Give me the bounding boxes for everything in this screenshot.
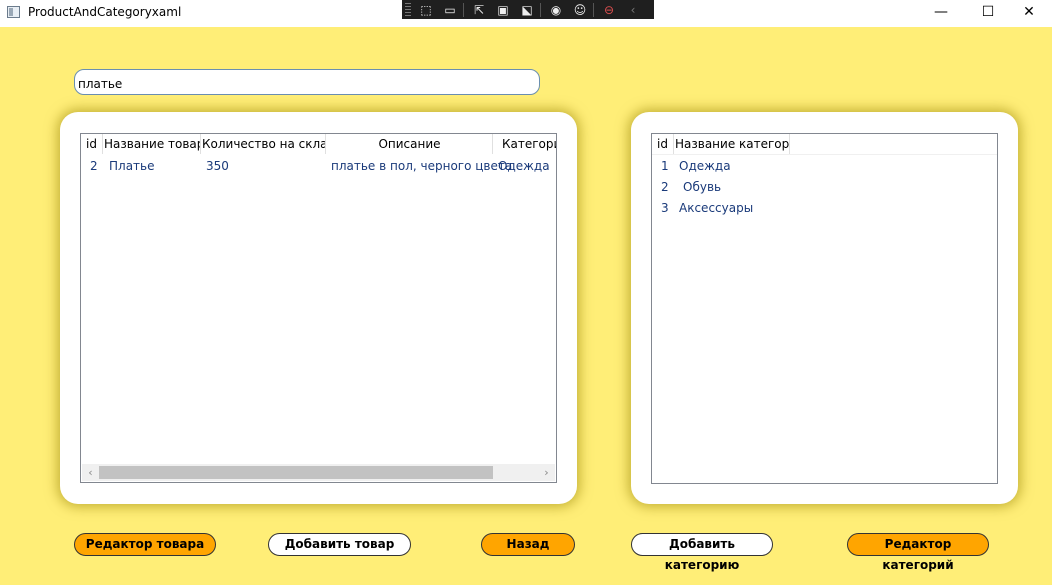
cell-category-name: Обувь [683, 180, 722, 194]
pointer-icon[interactable]: ⇱ [470, 2, 488, 18]
products-grid[interactable]: id Название товара Количество на складе … [80, 133, 557, 483]
toolbar-grip-icon[interactable] [405, 3, 411, 16]
scrollbar-thumb[interactable] [99, 466, 493, 479]
accessibility-icon[interactable]: ☺ [571, 2, 589, 18]
stop-icon[interactable]: ⊖ [600, 2, 618, 18]
add-product-button[interactable]: Добавить товар [268, 533, 411, 556]
minimize-button[interactable]: — [918, 0, 964, 27]
toolbar-separator [463, 2, 464, 17]
cell-category: Одежда [498, 159, 550, 173]
cell-id: 2 [90, 159, 98, 173]
cell-stock: 350 [206, 159, 229, 173]
app-window-icon [7, 6, 20, 18]
hot-reload-icon[interactable]: ◉ [547, 2, 565, 18]
close-button[interactable]: ✕ [1006, 0, 1052, 27]
title-bar: ProductAndCategoryxaml ⬚ ▭ ⇱ ▣ ⬕ ◉ ☺ ⊖ ‹… [0, 0, 1052, 27]
column-header-stock[interactable]: Количество на складе [202, 134, 326, 154]
cell-category-name: Аксессуары [679, 201, 754, 215]
add-category-button[interactable]: Добавить категорию [631, 533, 773, 572]
horizontal-scrollbar[interactable]: ‹ › [82, 464, 555, 481]
track-focus-icon[interactable]: ⬕ [518, 2, 536, 18]
column-header-category-name[interactable]: Название категории [675, 134, 790, 154]
minimize-icon: — [934, 4, 948, 20]
collapse-icon[interactable]: ‹ [624, 2, 642, 18]
cell-category-name: Одежда [679, 159, 731, 173]
select-element-icon[interactable]: ⬚ [417, 2, 435, 18]
search-input[interactable] [74, 69, 540, 95]
header-divider [652, 154, 997, 155]
edit-product-button[interactable]: Редактор товара [74, 533, 216, 556]
cell-id: 1 [661, 159, 669, 173]
toolbar-separator [540, 2, 541, 17]
categories-grid[interactable]: id Название категории 1 Одежда 2 Обувь 3… [651, 133, 998, 484]
cell-id: 3 [661, 201, 669, 215]
column-header-description[interactable]: Описание [327, 134, 493, 154]
cell-description: платье в пол, черного цвета [331, 159, 513, 173]
adorner-icon[interactable]: ▣ [494, 2, 512, 18]
scroll-right-icon[interactable]: › [538, 464, 555, 481]
edit-category-button[interactable]: Редактор категорий [847, 533, 989, 572]
toolbar-separator [593, 2, 594, 17]
column-header-id[interactable]: id [657, 134, 674, 154]
maximize-button[interactable]: ☐ [965, 0, 1011, 27]
window-title: ProductAndCategoryxaml [28, 5, 182, 19]
column-header-id[interactable]: id [86, 134, 103, 154]
cell-id: 2 [661, 180, 669, 194]
record-icon[interactable]: ▭ [441, 2, 459, 18]
cell-product-name: Платье [109, 159, 155, 173]
column-header-product-name[interactable]: Название товара [104, 134, 201, 154]
scroll-left-icon[interactable]: ‹ [82, 464, 99, 481]
maximize-icon: ☐ [981, 4, 995, 20]
back-button[interactable]: Назад [481, 533, 575, 556]
xaml-debug-toolbar: ⬚ ▭ ⇱ ▣ ⬕ ◉ ☺ ⊖ ‹ [402, 0, 654, 19]
close-icon: ✕ [1023, 4, 1035, 20]
column-header-category[interactable]: Категория [502, 134, 556, 154]
